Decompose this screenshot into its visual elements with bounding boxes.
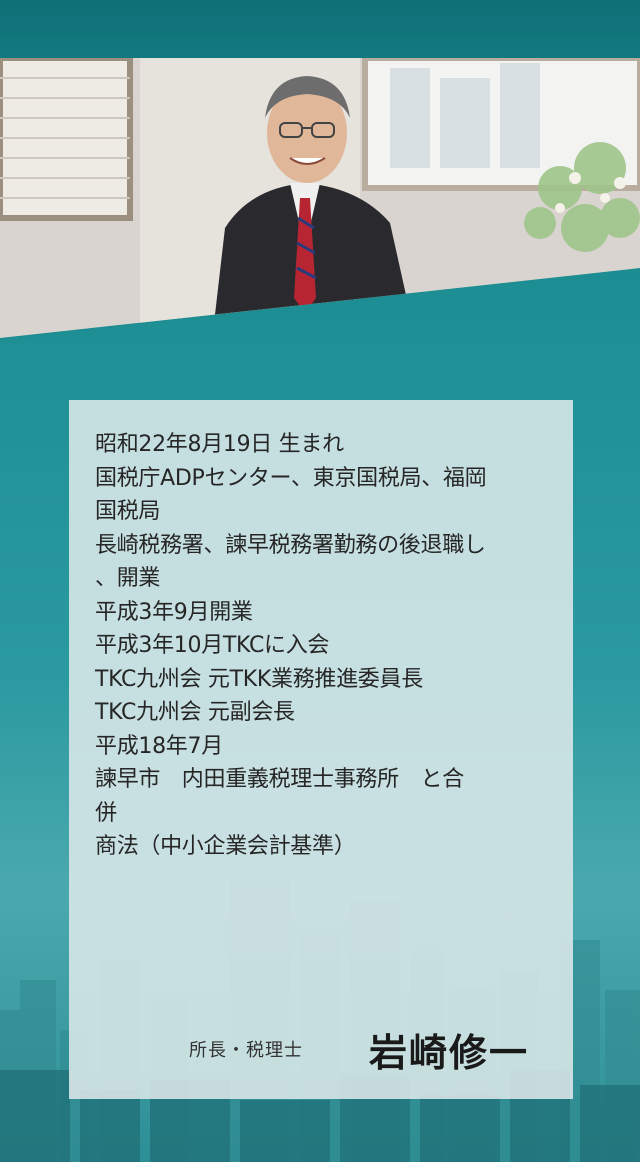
biography-list: 昭和22年8月19日 生まれ 国税庁ADPセンター、東京国税局、福岡 国税局 長… <box>95 428 555 864</box>
bio-line: TKC九州会 元TKK業務推進委員長 <box>95 666 423 692</box>
person-name: 岩崎修一 <box>369 1031 530 1075</box>
header-band <box>0 0 640 58</box>
bio-line: 平成3年10月TKCに入会 <box>95 633 330 658</box>
job-title: 所長・税理士 <box>189 1040 303 1061</box>
bio-line: 諫早市 内田重義税理士事務所 と合 <box>95 767 464 792</box>
bio-line: 長崎税務署、諫早税務署勤務の後退職し <box>95 532 486 558</box>
profile-card: 昭和22年8月19日 生まれ 国税庁ADPセンター、東京国税局、福岡 国税局 長… <box>69 400 573 1099</box>
bio-line: 国税庁ADPセンター、東京国税局、福岡 <box>95 465 487 491</box>
bio-line: TKC九州会 元副会長 <box>95 700 295 725</box>
bio-line: 併 <box>95 800 117 826</box>
signature-block: 所長・税理士 岩崎修一 <box>69 1022 573 1082</box>
bio-line: 昭和22年8月19日 生まれ <box>95 432 344 457</box>
bio-line: 商法（中小企業会計基準） <box>95 834 356 859</box>
bio-line: 平成3年9月開業 <box>95 599 253 625</box>
bio-line: 国税局 <box>95 499 161 524</box>
bio-line: 平成18年7月 <box>95 733 223 759</box>
bio-line: 、開業 <box>95 566 161 591</box>
